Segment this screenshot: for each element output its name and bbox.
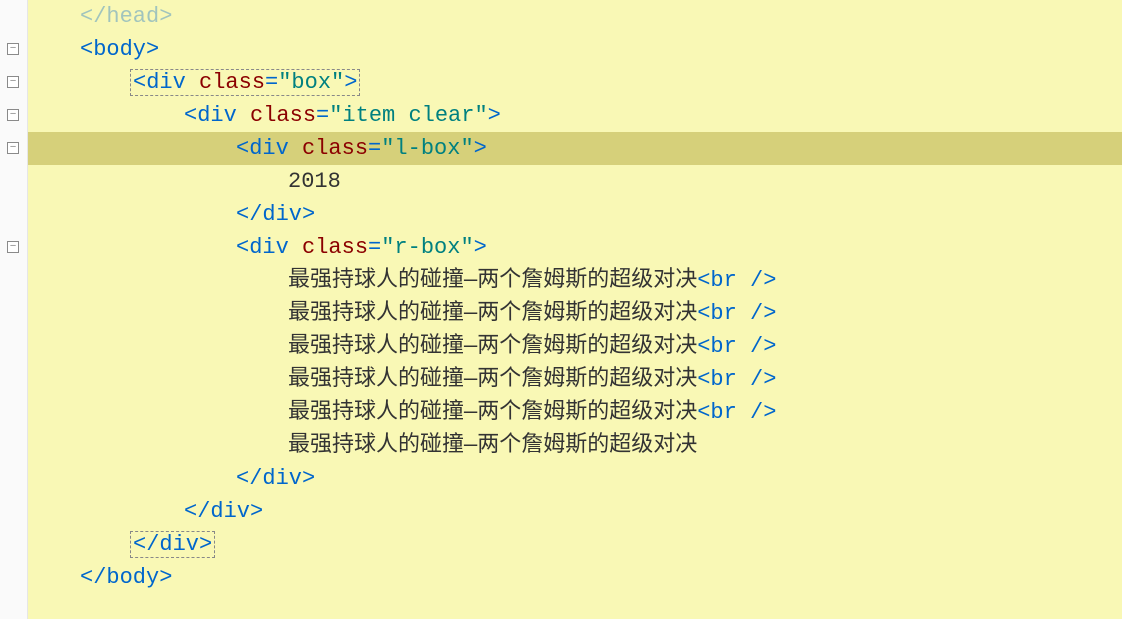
matched-bracket-highlight: </div> [130, 531, 215, 558]
div-close-tag: </div> [184, 499, 263, 524]
code-line-current: <div class="l-box"> [28, 132, 1122, 165]
code-line: 最强持球人的碰撞—两个詹姆斯的超级对决<br /> [28, 330, 1122, 363]
br-tag: <br /> [697, 400, 776, 425]
br-tag: <br /> [697, 367, 776, 392]
code-line: </div> [28, 495, 1122, 528]
code-line: 最强持球人的碰撞—两个詹姆斯的超级对决 [28, 429, 1122, 462]
div-close-tag: </div> [236, 202, 315, 227]
code-line: <div class="box"> [28, 66, 1122, 99]
matched-bracket-highlight: <div class="box"> [130, 69, 360, 96]
fold-marker[interactable] [7, 76, 19, 88]
code-line: 最强持球人的碰撞—两个詹姆斯的超级对决<br /> [28, 363, 1122, 396]
code-line: </div> [28, 528, 1122, 561]
text-node-year: 2018 [288, 169, 341, 194]
code-line: <body> [28, 33, 1122, 66]
div-close-tag: </div> [133, 532, 212, 557]
code-line: <div class="r-box"> [28, 231, 1122, 264]
code-line: </div> [28, 198, 1122, 231]
body-close-tag: </body> [80, 565, 172, 590]
code-line: </body> [28, 561, 1122, 594]
fold-marker[interactable] [7, 241, 19, 253]
fold-marker[interactable] [7, 109, 19, 121]
br-tag: <br /> [697, 334, 776, 359]
code-editor-view[interactable]: </head> <body> <div class="box"> <div cl… [28, 0, 1122, 594]
body-open-tag: <body> [80, 37, 159, 62]
code-line: 最强持球人的碰撞—两个詹姆斯的超级对决<br /> [28, 297, 1122, 330]
code-line: 最强持球人的碰撞—两个詹姆斯的超级对决<br /> [28, 396, 1122, 429]
br-tag: <br /> [697, 301, 776, 326]
code-line: </div> [28, 462, 1122, 495]
code-line: 2018 [28, 165, 1122, 198]
code-fold-gutter [0, 0, 28, 619]
code-line: </head> [28, 0, 1122, 33]
code-line: <div class="item clear"> [28, 99, 1122, 132]
div-close-tag: </div> [236, 466, 315, 491]
head-close-tag: </head> [80, 4, 172, 29]
br-tag: <br /> [697, 268, 776, 293]
fold-marker[interactable] [7, 142, 19, 154]
fold-marker[interactable] [7, 43, 19, 55]
code-line: 最强持球人的碰撞—两个詹姆斯的超级对决<br /> [28, 264, 1122, 297]
